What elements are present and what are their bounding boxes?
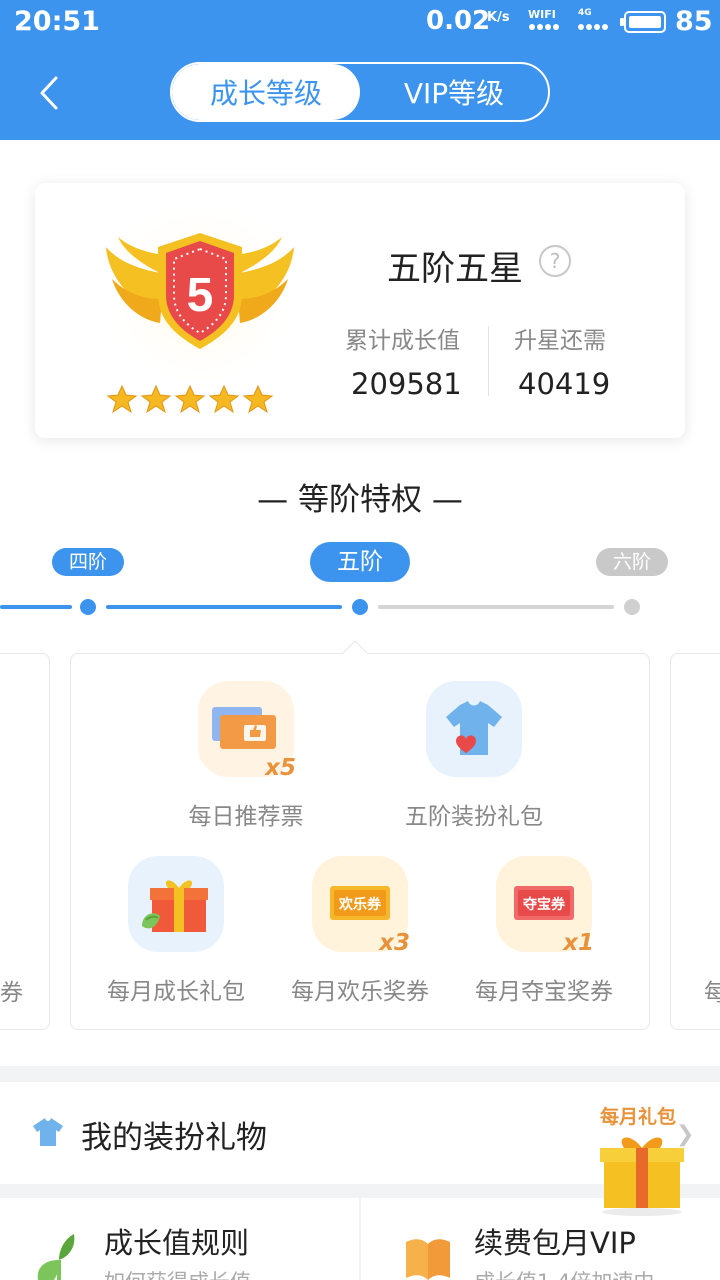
- gift-box-icon: [128, 856, 224, 952]
- privilege-label: 每月夺宝奖券: [475, 979, 613, 1005]
- cellular-signal-icon: [578, 24, 608, 30]
- next-card-edge-text: 每: [704, 980, 720, 1006]
- privilege-item-joy-coupon[interactable]: 欢乐券 x3 每月欢乐奖券: [270, 856, 450, 1006]
- coupon-text: 夺宝券: [522, 896, 566, 913]
- back-button[interactable]: [34, 74, 74, 114]
- my-gifts-title: 我的装扮礼物: [81, 1120, 267, 1156]
- top-bar: 20:51 0.02 K/s WIFI 4G 85 成长等级 VIP等级: [0, 0, 720, 140]
- status-time: 20:51: [14, 6, 100, 37]
- timeline-dot: [624, 599, 640, 615]
- section-divider: [0, 1066, 720, 1082]
- upgrade-needed-label: 升星还需: [514, 328, 606, 354]
- wifi-label: WIFI: [528, 8, 556, 21]
- privilege-label: 每月成长礼包: [107, 979, 245, 1005]
- wifi-signal-icon: [529, 24, 559, 30]
- renew-vip-title: 续费包月VIP: [474, 1226, 636, 1260]
- chevron-left-icon: [40, 76, 58, 110]
- renew-vip-subtitle: 成长值1.4倍加速中: [474, 1266, 654, 1280]
- item-count: x5: [265, 755, 296, 781]
- level-badge-icon: 5: [102, 205, 298, 414]
- growth-value-label: 累计成长值: [345, 328, 460, 354]
- timeline-segment: [0, 605, 72, 609]
- tier-five-pill[interactable]: 五阶: [310, 542, 410, 582]
- monthly-gift-label: 每月礼包: [600, 1106, 677, 1128]
- privilege-item-monthly-gift[interactable]: 每月成长礼包: [86, 856, 266, 1006]
- level-card: 5 五阶五星 ? 累计成长值 209581 升星还需 40419: [35, 183, 685, 438]
- privilege-label: 五阶装扮礼包: [405, 804, 543, 830]
- badge-number: 5: [187, 269, 214, 322]
- privileges-title: — 等阶特权 —: [257, 482, 463, 518]
- battery-icon: [620, 11, 666, 33]
- shirt-heart-icon: [426, 681, 522, 777]
- privilege-item-daily-ticket[interactable]: x5 每日推荐票: [156, 681, 336, 831]
- privilege-label: 每月欢乐奖券: [291, 979, 429, 1005]
- upgrade-needed-value: 40419: [518, 367, 611, 401]
- prev-card-edge-text: 券: [0, 980, 23, 1006]
- timeline-dot: [80, 599, 96, 615]
- timeline-segment: [378, 605, 614, 609]
- coupon-text: 欢乐券: [338, 896, 382, 913]
- item-count: x1: [563, 930, 594, 956]
- growth-rules-subtitle: 如何获得成长值: [104, 1266, 251, 1280]
- coupon-icon: 欢乐券 x3: [312, 856, 410, 956]
- stat-divider: [488, 326, 489, 396]
- level-name: 五阶五星: [387, 249, 523, 289]
- growth-rules-title: 成长值规则: [104, 1226, 250, 1260]
- tier-four-pill[interactable]: 四阶: [52, 548, 124, 576]
- help-icon[interactable]: ?: [539, 245, 571, 277]
- timeline-dot: [352, 599, 368, 615]
- monthly-gift-icon[interactable]: [596, 1128, 688, 1216]
- battery-level: 85: [675, 6, 713, 37]
- network-speed: 0.02: [426, 6, 491, 36]
- network-speed-unit: K/s: [487, 10, 510, 25]
- sprout-icon: [37, 1234, 75, 1280]
- item-count: x3: [379, 930, 410, 956]
- shirt-icon: [33, 1118, 63, 1146]
- tier-six-pill[interactable]: 六阶: [596, 548, 668, 576]
- cellular-label: 4G: [578, 8, 592, 18]
- ticket-icon: x5: [198, 681, 296, 781]
- tab-vip-level[interactable]: VIP等级: [360, 64, 548, 120]
- tab-growth-level[interactable]: 成长等级: [172, 64, 360, 120]
- level-type-tabs: 成长等级 VIP等级: [170, 62, 550, 122]
- growth-value: 209581: [351, 367, 462, 401]
- book-icon: [406, 1239, 450, 1280]
- status-bar: 20:51 0.02 K/s WIFI 4G 85: [0, 0, 720, 46]
- privilege-item-treasure-coupon[interactable]: 夺宝券 x1 每月夺宝奖券: [454, 856, 634, 1006]
- privilege-item-dressup-pack[interactable]: 五阶装扮礼包: [384, 681, 564, 831]
- coupon-icon: 夺宝券 x1: [496, 856, 594, 956]
- privilege-label: 每日推荐票: [188, 804, 304, 830]
- timeline-segment: [106, 605, 342, 609]
